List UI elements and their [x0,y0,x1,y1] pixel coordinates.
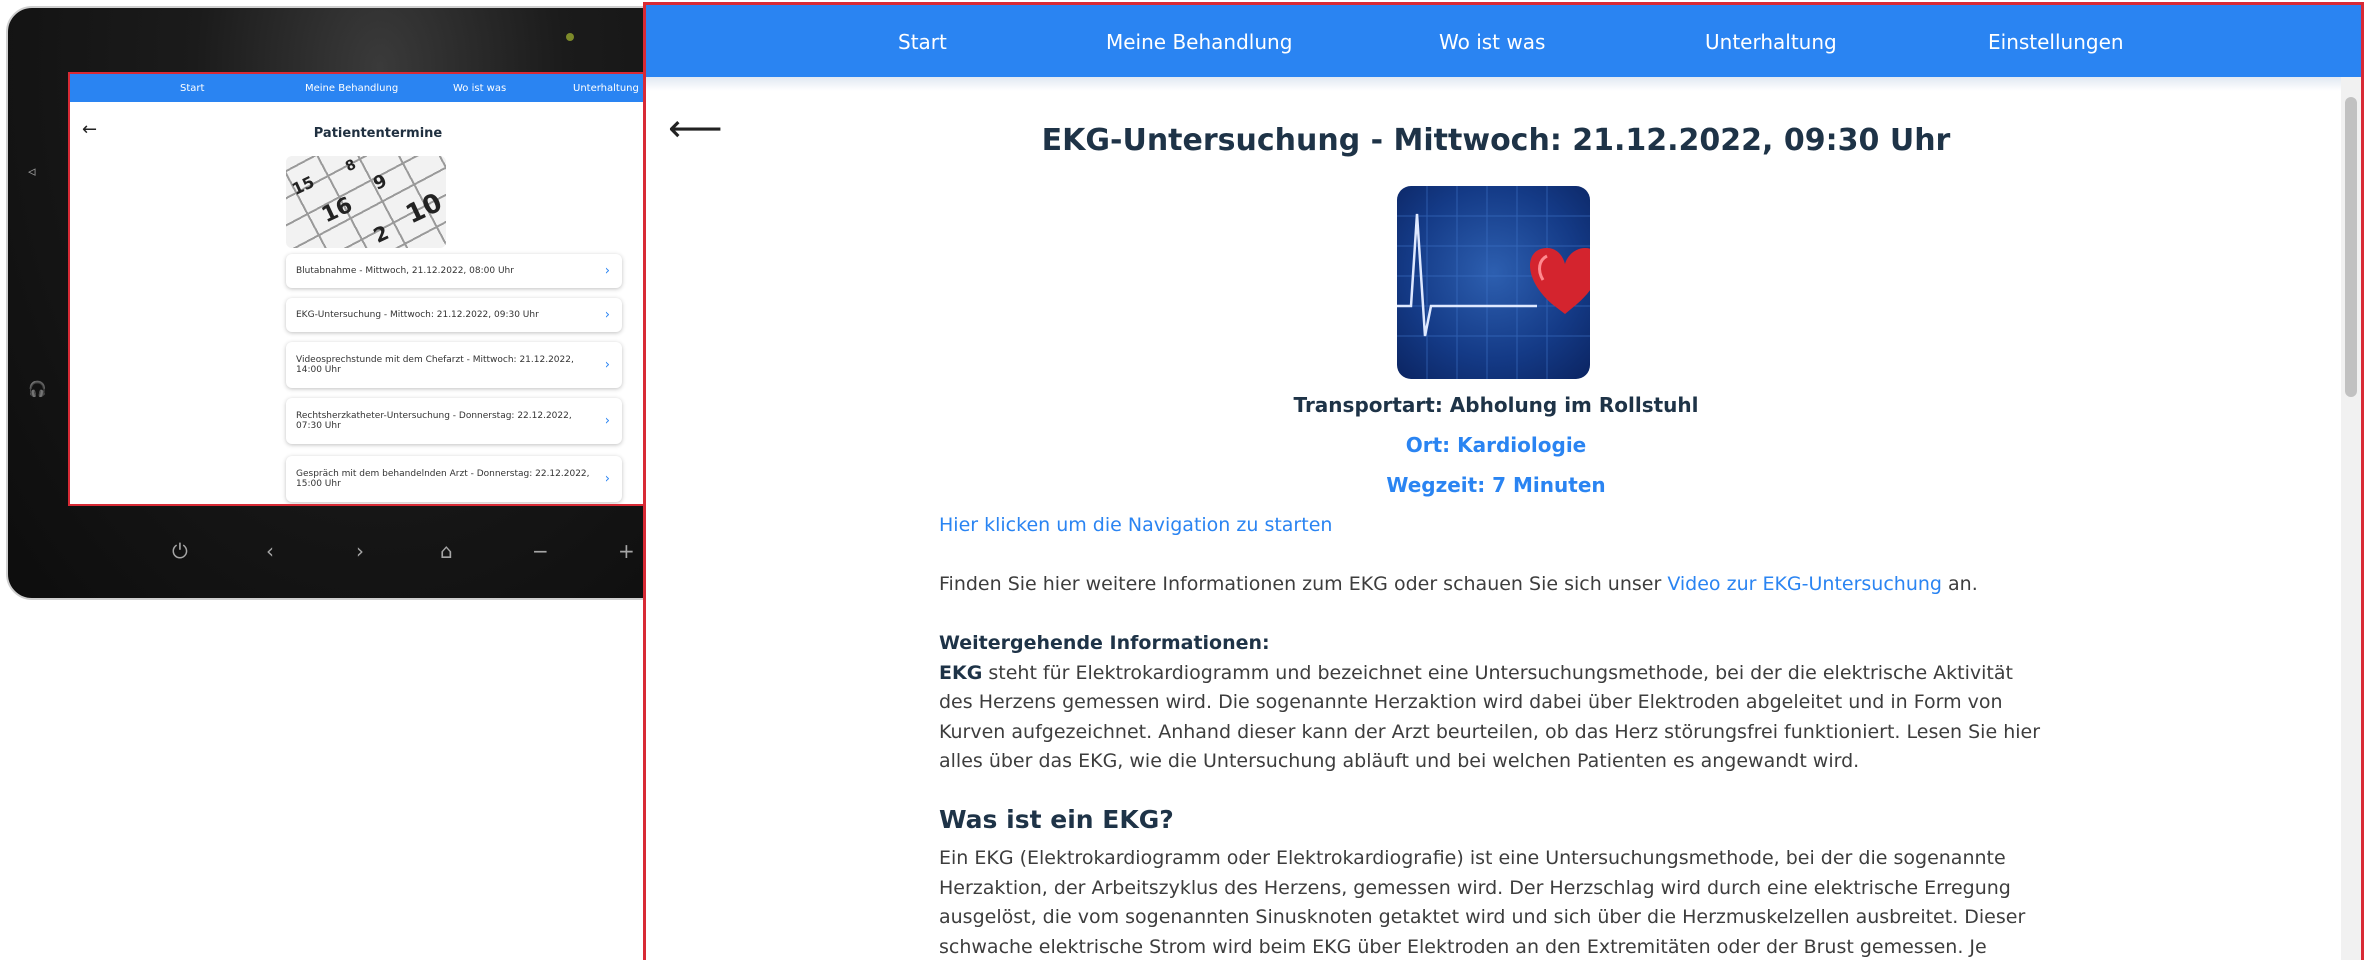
ekg-illustration [1397,186,1590,379]
further-info-text: EKG steht für Elektrokardiogramm und bez… [939,661,2041,773]
section-heading: Was ist ein EKG? [939,805,1174,834]
appointment-list-item[interactable]: Gespräch mit dem behandelnden Arzt - Don… [286,456,622,502]
minus-icon[interactable]: − [532,539,549,563]
appointment-list-item[interactable]: Blutabnahme - Mittwoch, 21.12.2022, 08:0… [286,254,622,288]
tablet-device-preview: ◃ 🎧 Start Meine Behandlung Wo ist was Un… [6,6,686,600]
chevron-right-icon: › [604,307,610,323]
camera-dot [566,33,574,41]
device-nav-entertainment[interactable]: Unterhaltung [573,83,639,94]
main-browser-panel: Start Meine Behandlung Wo ist was Unterh… [643,2,2364,960]
device-nav-treatment[interactable]: Meine Behandlung [305,83,453,94]
chevron-right-icon: › [604,263,610,279]
start-navigation-link[interactable]: Hier klicken um die Navigation zu starte… [939,514,1332,536]
device-screen: Start Meine Behandlung Wo ist was Unterh… [68,72,668,506]
headphones-icon: 🎧 [28,380,47,398]
chevron-right-icon: › [604,357,610,373]
appointment-list-item[interactable]: EKG-Untersuchung - Mittwoch: 21.12.2022,… [286,298,622,332]
navigation-link-row: Hier klicken um die Navigation zu starte… [939,511,2049,541]
location: Ort: Kardiologie [1405,433,1587,457]
top-navigation: Start Meine Behandlung Wo ist was Unterh… [646,5,2361,77]
nav-start[interactable]: Start [898,30,947,54]
nav-shadow [646,77,2361,91]
appointment-list-item[interactable]: Videosprechstunde mit dem Chefarzt - Mit… [286,342,622,388]
device-nav-start[interactable]: Start [180,83,305,94]
scrollbar-thumb[interactable] [2345,97,2357,397]
scrollbar[interactable] [2341,77,2361,960]
chevron-right-icon: › [604,471,610,487]
calendar-image: 10 15 16 9 8 2 [286,156,446,248]
chevron-right-icon: › [604,413,610,429]
info-paragraph: Finden Sie hier weitere Informationen zu… [939,573,1978,595]
appointment-list-item[interactable]: Rechtsherzkatheter-Untersuchung - Donner… [286,398,622,444]
further-info-heading: Weitergehende Informationen: [939,632,1270,654]
device-page-title: Patiententermine [313,126,443,141]
nav-my-treatment[interactable]: Meine Behandlung [1106,30,1292,54]
transport-type: Transportart: Abholung im Rollstuhl [1293,393,1699,417]
nav-where-is-what[interactable]: Wo ist was [1439,30,1545,54]
home-icon[interactable]: ⌂ [440,539,453,563]
section-text: Ein EKG (Elektrokardiogramm oder Elektro… [939,847,2026,958]
power-icon[interactable]: ⏻ [172,539,188,563]
chevron-left-icon[interactable]: ‹ [266,539,274,563]
device-nav-bar: Start Meine Behandlung Wo ist was Unterh… [70,74,666,102]
further-info-block: Weitergehende Informationen: EKG steht f… [939,629,2049,777]
chevron-right-icon[interactable]: › [356,539,364,563]
nav-settings[interactable]: Einstellungen [1988,30,2124,54]
plus-icon[interactable]: + [618,539,635,563]
video-link[interactable]: Video zur EKG-Untersuchung [1667,573,1942,595]
page-title: EKG-Untersuchung - Mittwoch: 21.12.2022,… [1041,123,1951,158]
volume-icon: ◃ [28,162,36,180]
device-nav-where[interactable]: Wo ist was [453,83,573,94]
nav-entertainment[interactable]: Unterhaltung [1705,30,1837,54]
travel-time: Wegzeit: 7 Minuten [1386,473,1606,497]
ekg-heart-image [1397,186,1590,379]
